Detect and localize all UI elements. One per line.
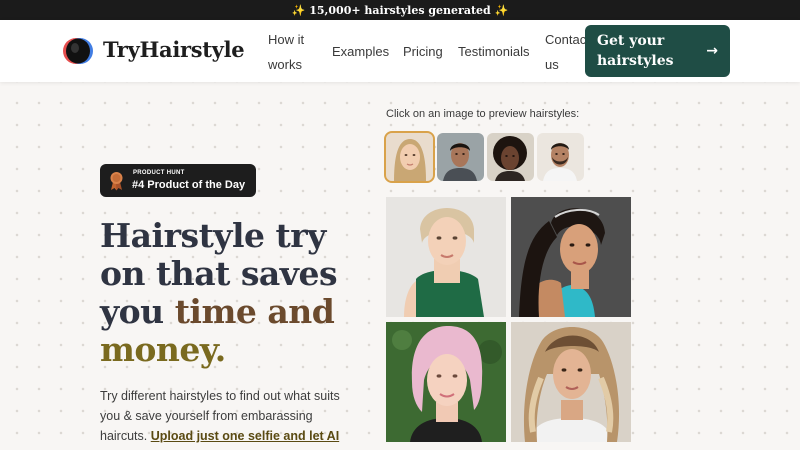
photo-blonde-ponytail-green-turtleneck[interactable] [386, 197, 506, 317]
hero-headline: Hairstyle try on that saves you time and… [100, 217, 360, 369]
headline-accent-money: money. [100, 330, 226, 369]
thumbnail-man-beard[interactable] [537, 133, 584, 181]
nav-contact-us[interactable]: Contact us [545, 27, 590, 77]
hero-description: Try different hairstyles to find out wha… [100, 386, 340, 450]
nav-examples[interactable]: Examples [332, 39, 389, 64]
thumbnail-blonde-woman[interactable] [384, 131, 435, 183]
thumbnail-man-dark-hair[interactable] [437, 133, 484, 181]
top-navbar: TryHairstyle How it works Examples Prici… [0, 20, 800, 82]
product-hunt-badge[interactable]: PRODUCT HUNT #4 Product of the Day [100, 164, 256, 197]
headline-accent-time: time and [174, 292, 335, 331]
brand-name[interactable]: TryHairstyle [103, 37, 245, 62]
announcement-bar: ✨ 15,000+ hairstyles generated ✨ [0, 0, 800, 20]
cta-label: Get your hairstyles [597, 33, 674, 69]
announcement-text: ✨ 15,000+ hairstyles generated ✨ [291, 3, 509, 17]
photo-dark-sleek-ponytail-teal-top[interactable] [511, 197, 631, 317]
thumbnail-woman-curly-hair[interactable] [487, 133, 534, 181]
badge-title: #4 Product of the Day [132, 179, 246, 191]
medal-icon [109, 171, 124, 191]
photo-pink-bob-cut[interactable] [386, 322, 506, 442]
badge-eyebrow: PRODUCT HUNT [133, 170, 185, 176]
preview-instructions: Click on an image to preview hairstyles: [386, 108, 580, 120]
get-hairstyles-button[interactable]: Get your hairstyles → [585, 25, 730, 77]
arrow-right-icon: → [706, 43, 718, 59]
logo-icon[interactable] [61, 37, 95, 65]
nav-pricing[interactable]: Pricing [403, 39, 443, 64]
nav-how-it-works[interactable]: How it works [268, 27, 316, 77]
photo-wavy-balayage-hair[interactable] [511, 322, 631, 442]
nav-testimonials[interactable]: Testimonials [458, 39, 530, 64]
